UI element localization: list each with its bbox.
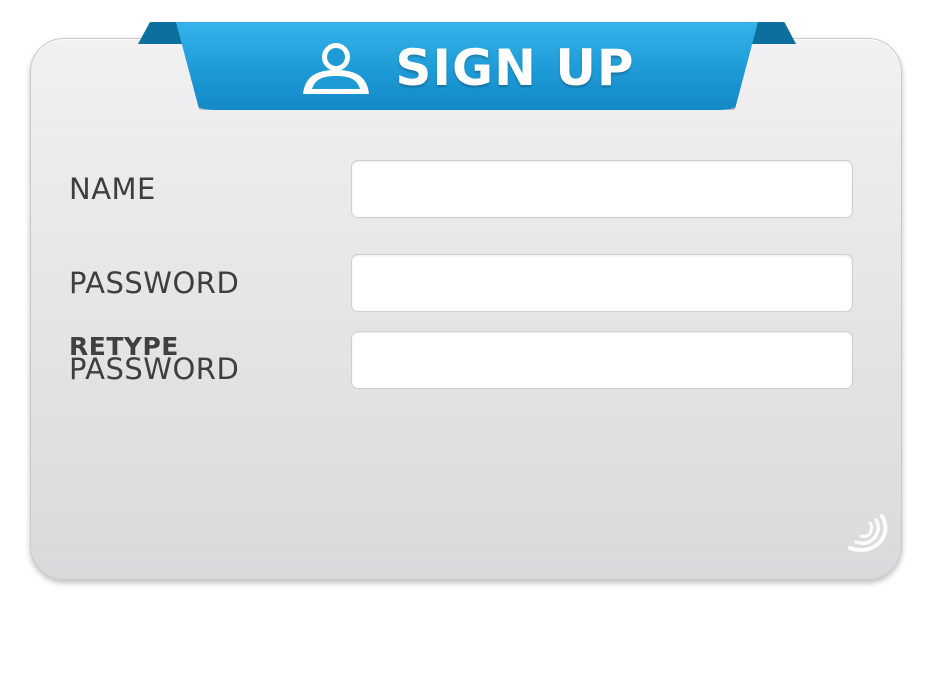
user-icon — [303, 43, 370, 94]
header-content: SIGN UP — [176, 22, 758, 110]
signup-page: SIGN UP NAME PASSWORD RETYPE PASSWORD — [0, 0, 946, 677]
password-field[interactable] — [351, 254, 853, 312]
header-ribbon: SIGN UP — [176, 22, 758, 110]
name-field[interactable] — [351, 160, 853, 218]
retype-password-label-line2: PASSWORD — [69, 352, 240, 386]
page-title: SIGN UP — [395, 39, 635, 97]
name-label: NAME — [69, 172, 156, 206]
retype-password-field[interactable] — [351, 331, 853, 389]
password-label: PASSWORD — [69, 266, 240, 300]
swirl-icon — [848, 514, 888, 552]
